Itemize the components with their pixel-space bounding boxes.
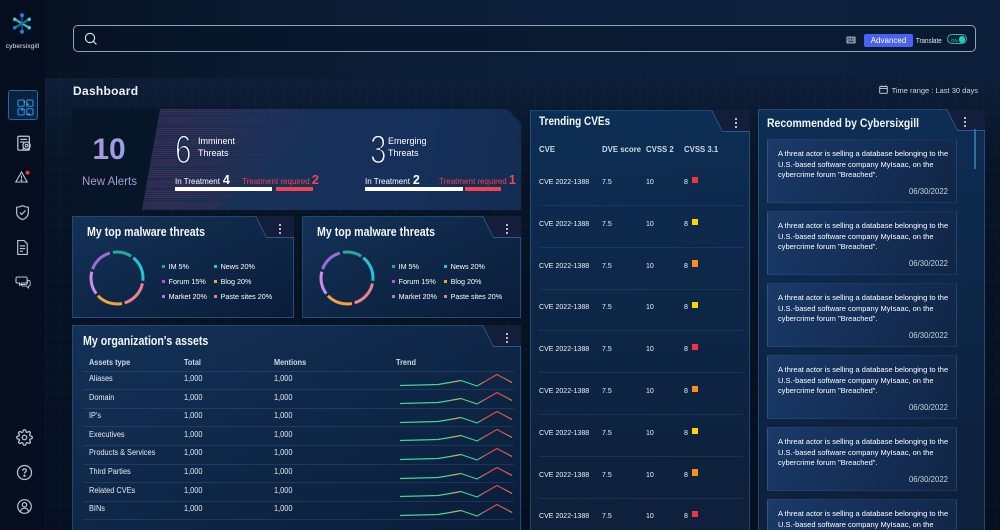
svg-text:6: 6 bbox=[175, 130, 191, 172]
svg-text:3: 3 bbox=[370, 130, 386, 172]
